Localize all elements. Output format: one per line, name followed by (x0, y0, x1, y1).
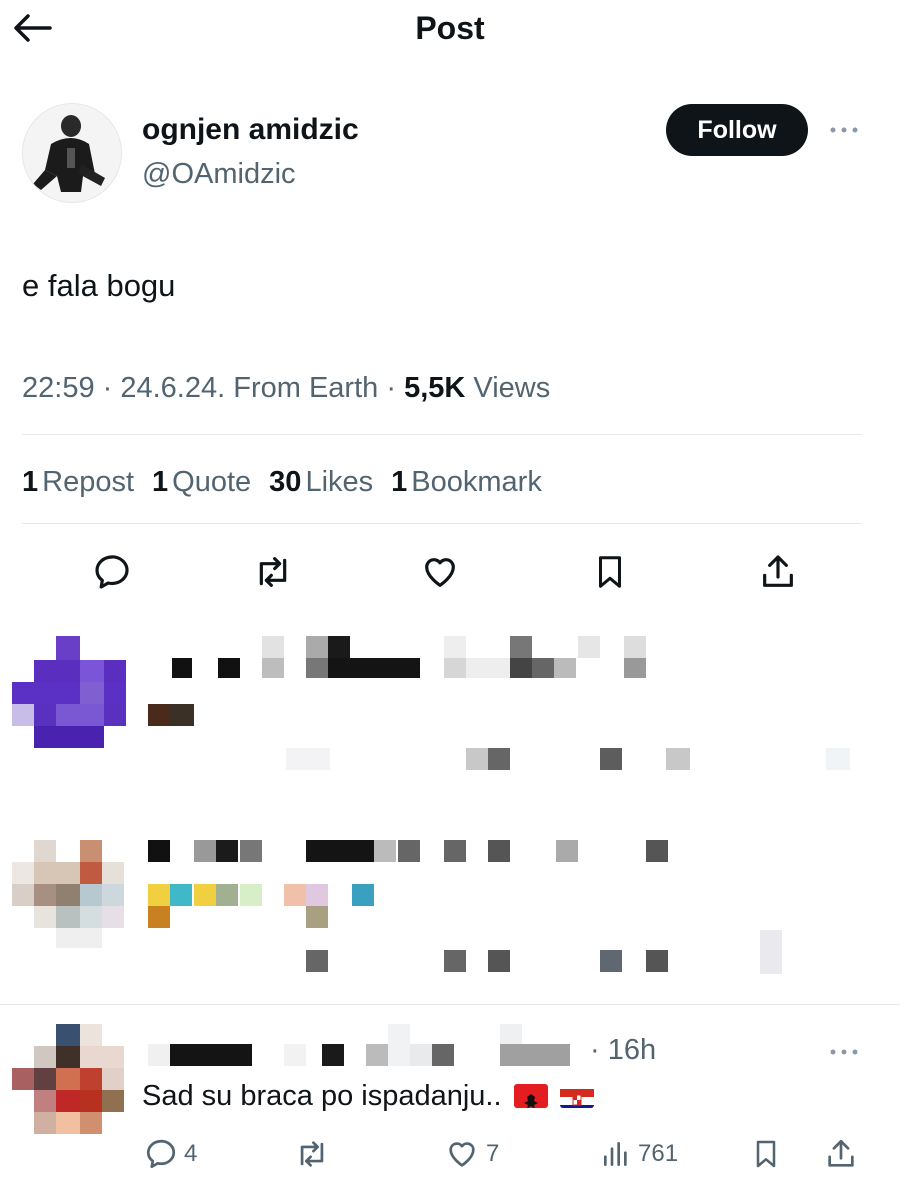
reply-reply-button[interactable]: 4 (144, 1132, 197, 1176)
like-icon (449, 1142, 475, 1167)
quotes-stat[interactable]: 1 Quote (152, 462, 251, 502)
bookmark-icon (756, 1140, 776, 1168)
view-count: 761 (638, 1140, 679, 1167)
bookmark-button[interactable] (582, 544, 638, 600)
post-text: e fala bogu (22, 268, 176, 303)
albania-flag-icon (513, 1084, 548, 1108)
bookmark-icon (598, 556, 622, 588)
share-icon (828, 1139, 854, 1167)
post-meta: 22:59 · 24.6.24. From Earth · 5,5K Views (22, 372, 551, 404)
reply-item[interactable] (0, 830, 900, 990)
reply-share-button[interactable] (824, 1132, 858, 1176)
reply-icon (146, 1139, 176, 1169)
reply-bookmark-button[interactable] (750, 1132, 782, 1176)
person-photo-icon (23, 104, 121, 202)
repost-icon (259, 557, 287, 587)
reply-more-button[interactable] (822, 1040, 866, 1064)
repost-button[interactable] (245, 544, 301, 600)
engagement-stats: 1 Repost 1 Quote 30 Likes 1 Bookmark (22, 462, 542, 502)
views-chart-icon (604, 1142, 627, 1166)
reply-count: 4 (184, 1140, 198, 1167)
author-handle[interactable]: @OAmidzic (142, 156, 296, 192)
reply-text: Sad su braca po ispadanju.. (142, 1076, 594, 1116)
post-date[interactable]: 24.6.24. (120, 372, 225, 404)
reply-repost-button[interactable] (294, 1132, 330, 1176)
post-time[interactable]: 22:59 (22, 372, 95, 404)
more-dots-icon (830, 1049, 858, 1055)
croatia-flag-icon (559, 1084, 594, 1108)
post-source: From Earth (233, 372, 379, 404)
share-icon (763, 555, 793, 587)
reply-text-content: Sad su braca po ispadanju.. (142, 1080, 502, 1112)
more-dots-icon (830, 127, 858, 133)
more-options-button[interactable] (822, 118, 866, 142)
reply-icon (95, 555, 129, 589)
views-count: 5,5K (404, 372, 466, 404)
share-button[interactable] (750, 544, 806, 600)
bookmarks-stat[interactable]: 1 Bookmark (391, 462, 542, 502)
likes-stat[interactable]: 30 Likes (269, 462, 373, 502)
reply-item[interactable] (0, 626, 900, 796)
author-avatar[interactable] (22, 103, 122, 203)
reply-button[interactable] (84, 544, 140, 600)
repost-icon (300, 1141, 324, 1167)
like-icon (425, 558, 455, 587)
page-title: Post (415, 10, 485, 46)
reply-views-button[interactable]: 761 (600, 1132, 678, 1176)
reply-like-button[interactable]: 7 (444, 1132, 499, 1176)
like-count: 7 (486, 1140, 500, 1167)
reply-time: · 16h (590, 1034, 657, 1066)
divider (22, 434, 862, 435)
like-button[interactable] (412, 544, 468, 600)
divider (0, 1004, 900, 1005)
views-label: Views (473, 372, 551, 404)
author-name[interactable]: ognjen amidzic (142, 112, 359, 148)
divider (22, 523, 862, 524)
reposts-stat[interactable]: 1 Repost (22, 462, 134, 502)
follow-button[interactable]: Follow (666, 104, 808, 156)
